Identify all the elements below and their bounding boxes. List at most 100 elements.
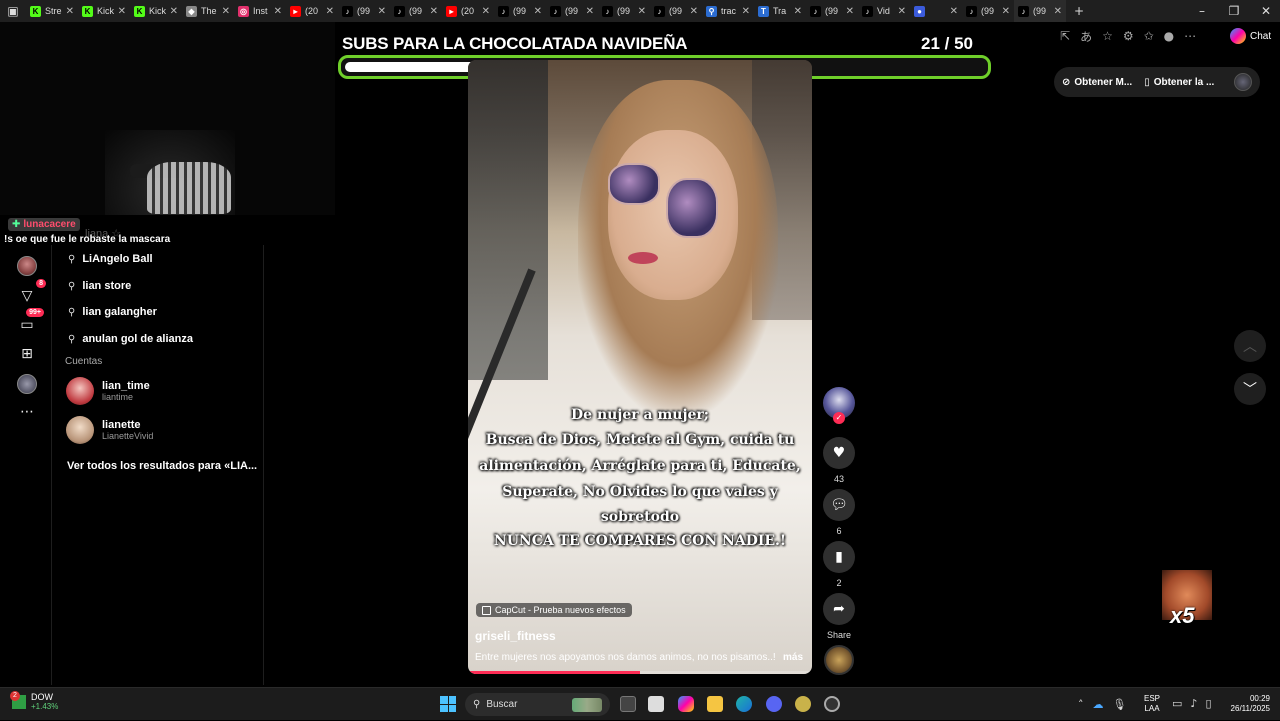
edge-icon[interactable] (736, 696, 752, 712)
quick-settings[interactable]: ▭ ♪ ▯ (1172, 697, 1212, 710)
profile-icon[interactable]: ● (1164, 29, 1174, 43)
suggestion-item[interactable]: ⚲ lian galangher (68, 306, 157, 318)
minimize-icon[interactable]: – (1186, 0, 1218, 22)
browser-tab[interactable]: ♪ (99 ✕ (806, 0, 858, 22)
tab-close-icon[interactable]: ✕ (690, 6, 698, 17)
browser-tab[interactable]: K Kick ✕ (78, 0, 130, 22)
see-all-results-link[interactable]: Ver todos los resultados para «LIA... (67, 460, 257, 472)
obs-icon[interactable] (824, 696, 840, 712)
browser-tab[interactable]: T Tra ✕ (754, 0, 806, 22)
tab-close-icon[interactable]: ✕ (586, 6, 594, 17)
tab-close-icon[interactable]: ✕ (846, 6, 854, 17)
microphone-icon[interactable]: 🎙︎ (1113, 698, 1127, 711)
music-disc-icon[interactable] (824, 645, 854, 675)
language-indicator[interactable]: ESP LAA (1144, 694, 1160, 714)
clock[interactable]: 00:29 26/11/2025 (1222, 694, 1270, 714)
chevron-up-icon[interactable]: ˄ (1078, 698, 1084, 711)
file-explorer-icon[interactable] (707, 696, 723, 712)
like-action[interactable]: ♥ 43 (823, 437, 855, 484)
task-view-icon[interactable] (620, 696, 636, 712)
new-tab-button[interactable]: + (1066, 0, 1092, 22)
tab-close-icon[interactable]: ✕ (222, 6, 230, 17)
browser-tab[interactable]: ◎ Inst ✕ (234, 0, 286, 22)
more-menu-icon[interactable]: ⋯ (1184, 29, 1196, 43)
translate-icon[interactable]: あ (1080, 28, 1092, 45)
copilot-chat-button[interactable]: Chat (1230, 26, 1271, 46)
suggestion-item[interactable]: ⚲ LiAngelo Ball (68, 253, 153, 265)
browser-tab[interactable]: ♪ (99 ✕ (1014, 0, 1066, 22)
tab-close-icon[interactable]: ✕ (794, 6, 802, 17)
video-author[interactable]: griseli_fitness (475, 629, 556, 643)
browser-tab[interactable]: K Stre ✕ (26, 0, 78, 22)
tab-close-icon[interactable]: ✕ (170, 6, 178, 17)
suggestion-item[interactable]: ⚲ lian store (68, 280, 131, 292)
tab-close-icon[interactable]: ✕ (638, 6, 646, 17)
rail-inbox[interactable]: ▭ 99+ (16, 308, 44, 336)
extensions-icon[interactable]: ⚙ (1123, 29, 1134, 43)
tab-close-icon[interactable]: ✕ (66, 6, 74, 17)
get-coins-button[interactable]: ⊘ Obtener M... (1062, 77, 1132, 88)
tab-actions-icon[interactable]: ▣ (0, 0, 26, 22)
favorites-icon[interactable]: ✩ (1144, 29, 1154, 43)
rail-account[interactable] (16, 373, 38, 395)
video-progress-track[interactable] (468, 671, 812, 674)
browser-tab[interactable]: K Kick ✕ (130, 0, 182, 22)
tab-close-icon[interactable]: ✕ (1002, 6, 1010, 17)
tab-close-icon[interactable]: ✕ (898, 6, 906, 17)
suggestion-item[interactable]: ⚲ anulan gol de alianza (68, 333, 193, 345)
save-action[interactable]: ▮ 2 (823, 541, 855, 588)
browser-tab[interactable]: ▸ (20 ✕ (442, 0, 494, 22)
browser-tab[interactable]: ♪ (99 ✕ (494, 0, 546, 22)
account-result[interactable]: lianette LianetteVivid (66, 416, 153, 444)
onedrive-icon[interactable]: ☁ (1093, 698, 1104, 711)
tab-close-icon[interactable]: ✕ (742, 6, 750, 17)
account-result[interactable]: lian_time liantime (66, 377, 150, 405)
tab-close-icon[interactable]: ✕ (378, 6, 386, 17)
get-app-button[interactable]: ▯ Obtener la ... (1144, 77, 1214, 88)
address-bar-icons: ⇱ あ ☆ ⚙ ✩ ● ⋯ (1060, 24, 1196, 48)
video-player[interactable]: De nujer a mujer; Busca de Dios, Metete … (468, 60, 812, 674)
browser-tab[interactable]: ◆ The ✕ (182, 0, 234, 22)
tab-close-icon[interactable]: ✕ (430, 6, 438, 17)
previous-video-button[interactable]: ︿ (1234, 330, 1266, 362)
rail-upload[interactable]: ⊞ (16, 343, 38, 365)
tab-close-icon[interactable]: ✕ (534, 6, 542, 17)
tab-close-icon[interactable]: ✕ (482, 6, 490, 17)
more-link[interactable]: más (783, 652, 803, 663)
maximize-icon[interactable]: ❐ (1218, 0, 1250, 22)
rail-more[interactable]: ⋯ (16, 401, 38, 423)
next-video-button[interactable]: ﹀ (1234, 373, 1266, 405)
taskbar-search[interactable]: ⚲ Buscar (465, 693, 610, 716)
app-icon[interactable] (795, 696, 811, 712)
browser-tab[interactable]: ♪ (99 ✕ (546, 0, 598, 22)
browser-tab[interactable]: ♪ (99 ✕ (650, 0, 702, 22)
discord-icon[interactable] (766, 696, 782, 712)
open-in-app-icon[interactable]: ⇱ (1060, 29, 1070, 43)
tab-close-icon[interactable]: ✕ (274, 6, 282, 17)
rail-messages[interactable]: ▽ 8 (16, 279, 46, 307)
follow-plus-icon[interactable]: ✓ (833, 412, 845, 424)
comment-action[interactable]: 💬︎ 6 (823, 489, 855, 536)
browser-tab[interactable]: ♪ (99 ✕ (598, 0, 650, 22)
copilot-icon[interactable] (678, 696, 694, 712)
browser-tab[interactable]: ♪ (99 ✕ (962, 0, 1014, 22)
user-avatar[interactable] (1234, 73, 1252, 91)
browser-tab[interactable]: ● ✕ (910, 0, 962, 22)
tab-close-icon[interactable]: ✕ (1054, 6, 1062, 17)
browser-tab[interactable]: ♪ Vid ✕ (858, 0, 910, 22)
tab-close-icon[interactable]: ✕ (118, 6, 126, 17)
tab-close-icon[interactable]: ✕ (326, 6, 334, 17)
share-action[interactable]: ➦ Share (823, 593, 855, 640)
favorite-star-icon[interactable]: ☆ (1102, 29, 1113, 43)
close-window-icon[interactable]: ✕ (1250, 0, 1280, 22)
browser-tab[interactable]: ♪ (99 ✕ (390, 0, 442, 22)
capcut-effect-link[interactable]: CapCut - Prueba nuevos efectos (476, 603, 632, 617)
rail-profile[interactable] (16, 255, 38, 277)
browser-tab[interactable]: ▸ (20 ✕ (286, 0, 338, 22)
stock-widget[interactable]: 2 DOW +1.43% (10, 690, 58, 711)
start-button[interactable] (440, 696, 456, 712)
browser-tab[interactable]: ⚲ trac ✕ (702, 0, 754, 22)
tab-close-icon[interactable]: ✕ (950, 6, 958, 17)
store-icon[interactable] (648, 696, 664, 712)
browser-tab[interactable]: ♪ (99 ✕ (338, 0, 390, 22)
